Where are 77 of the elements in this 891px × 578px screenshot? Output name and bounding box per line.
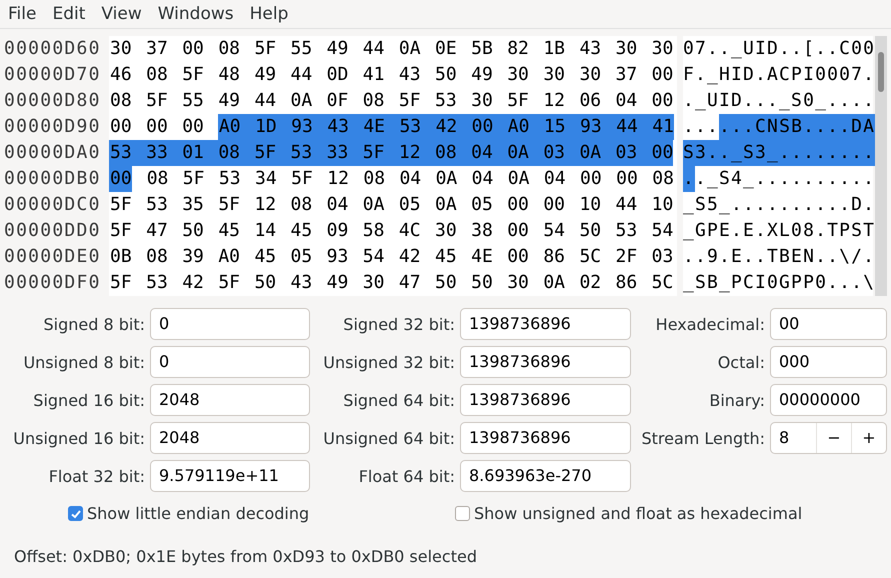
hex-bytes[interactable]: 08 5F 55 49 44 0A 0F 08 5F 53 30 5F 12 06 04 00: [109, 88, 674, 114]
menu-item[interactable]: View: [93, 4, 150, 24]
input-field[interactable]: 1398736896: [460, 308, 631, 340]
input-field[interactable]: 1398736896: [460, 422, 631, 454]
input-field[interactable]: 9.579119e+11: [150, 460, 310, 492]
ascii-text[interactable]: ._S4_..........: [695, 166, 876, 192]
ascii-text[interactable]: ...: [683, 114, 720, 140]
offset-label: 00000DF0: [4, 271, 102, 295]
checkbox-label[interactable]: Show unsigned and float as hexadecimal: [474, 504, 802, 523]
ascii-text[interactable]: .: [683, 166, 696, 192]
input-field[interactable]: 8.693963e-270: [460, 460, 631, 492]
offset-label: 00000DE0: [4, 245, 102, 269]
field-label: Octal:: [718, 352, 765, 372]
offset-label: 00000DB0: [4, 167, 102, 191]
offset-label: 00000D60: [4, 37, 102, 61]
checkbox-label[interactable]: Show little endian decoding: [87, 504, 310, 523]
ascii-text[interactable]: _S5_..........D.: [683, 192, 876, 218]
increment-button[interactable]: +: [851, 423, 886, 453]
hex-bytes[interactable]: 30 37 00 08 5F 55 49 44 0A 0E 5B 82 1B 43 30 30: [109, 36, 674, 62]
hex-bytes[interactable]: 00 00 00: [109, 114, 204, 140]
hex-bytes[interactable]: 53 33 01 08 5F 53 33 5F 12 08 04 0A 03 0A 03 00: [109, 140, 674, 166]
menu-item[interactable]: Edit: [44, 4, 94, 24]
field-label: Signed 32 bit:: [343, 314, 455, 334]
ascii-text[interactable]: S3.._S3_........: [683, 140, 876, 166]
input-field[interactable]: 1398736896: [460, 346, 631, 378]
status-text: Offset: 0xDB0; 0x1E bytes from 0xD93 to 0xDB0 selected: [13, 547, 478, 566]
offset-label: 00000DD0: [4, 219, 102, 243]
hex-bytes[interactable]: A0 1D 93 43 4E 53 42 00 A0 15 93 44 41: [218, 114, 674, 140]
ascii-text[interactable]: _GPE.E.XL08.TPST: [683, 218, 876, 244]
hex-bytes[interactable]: 00: [109, 166, 132, 192]
spin-field[interactable]: 8 − +: [770, 422, 887, 454]
field-label: Hexadecimal:: [656, 314, 765, 334]
input-field[interactable]: 0: [150, 346, 310, 378]
hex-bytes[interactable]: 5F 53 35 5F 12 08 04 0A 05 0A 05 00 00 10 44 10: [109, 192, 674, 218]
decrement-button[interactable]: −: [816, 423, 851, 453]
checkbox[interactable]: [455, 506, 470, 521]
field-label: Unsigned 64 bit:: [323, 428, 455, 448]
field-label: Unsigned 8 bit:: [23, 352, 145, 372]
input-field[interactable]: 0: [150, 308, 310, 340]
field-label: Stream Length:: [641, 428, 765, 448]
ascii-text[interactable]: ..9.E..TBEN..\/.: [683, 244, 876, 270]
field-label: Signed 16 bit:: [33, 390, 145, 410]
menu-item[interactable]: File: [0, 4, 44, 24]
ascii-text[interactable]: ._UID..._S0_....: [683, 88, 876, 114]
hex-bytes[interactable]: 5F 47 50 45 14 45 09 58 4C 30 38 00 54 50 53 54: [109, 218, 674, 244]
ascii-text[interactable]: 07.._UID..[..C00: [683, 36, 876, 62]
hex-bytes[interactable]: 46 08 5F 48 49 44 0D 41 43 50 49 30 30 30 37 00: [109, 62, 674, 88]
ascii-text[interactable]: _SB_PCI0GPP0...\: [683, 270, 876, 296]
field-label: Float 64 bit:: [358, 466, 455, 486]
menu-item[interactable]: Windows: [150, 4, 242, 24]
offset-label: 00000DA0: [4, 141, 102, 165]
field-label: Binary:: [709, 390, 765, 410]
hex-bytes[interactable]: 08 5F 53 34 5F 12 08 04 0A 04 0A 04 00 00 08: [146, 166, 674, 192]
field-label: Signed 8 bit:: [43, 314, 145, 334]
spin-value: 8: [778, 427, 790, 449]
field-label: Signed 64 bit:: [343, 390, 455, 410]
ascii-text[interactable]: F._HID.ACPI0007.: [683, 62, 876, 88]
offset-label: 00000DC0: [4, 193, 102, 217]
input-field[interactable]: 000: [770, 346, 887, 378]
menu-item[interactable]: Help: [242, 4, 296, 24]
scrollbar[interactable]: [875, 36, 887, 296]
input-field[interactable]: 00000000: [770, 384, 887, 416]
field-label: Float 32 bit:: [48, 466, 145, 486]
offset-label: 00000D90: [4, 115, 102, 139]
input-field[interactable]: 1398736896: [460, 384, 631, 416]
input-field[interactable]: 00: [770, 308, 887, 340]
offset-label: 00000D70: [4, 63, 102, 87]
field-label: Unsigned 16 bit:: [13, 428, 145, 448]
input-field[interactable]: 2048: [150, 422, 310, 454]
hex-bytes[interactable]: 5F 53 42 5F 50 43 49 30 47 50 50 30 0A 02 86 5C: [109, 270, 674, 296]
scrollbar-thumb[interactable]: [878, 52, 884, 92]
checkbox[interactable]: [68, 506, 83, 521]
ascii-text[interactable]: ...CNSB....DA: [719, 114, 876, 140]
field-label: Unsigned 32 bit:: [323, 352, 455, 372]
input-field[interactable]: 2048: [150, 384, 310, 416]
offset-label: 00000D80: [4, 89, 102, 113]
hex-bytes[interactable]: 0B 08 39 A0 45 05 93 54 42 45 4E 00 86 5C 2F 03: [109, 244, 674, 270]
